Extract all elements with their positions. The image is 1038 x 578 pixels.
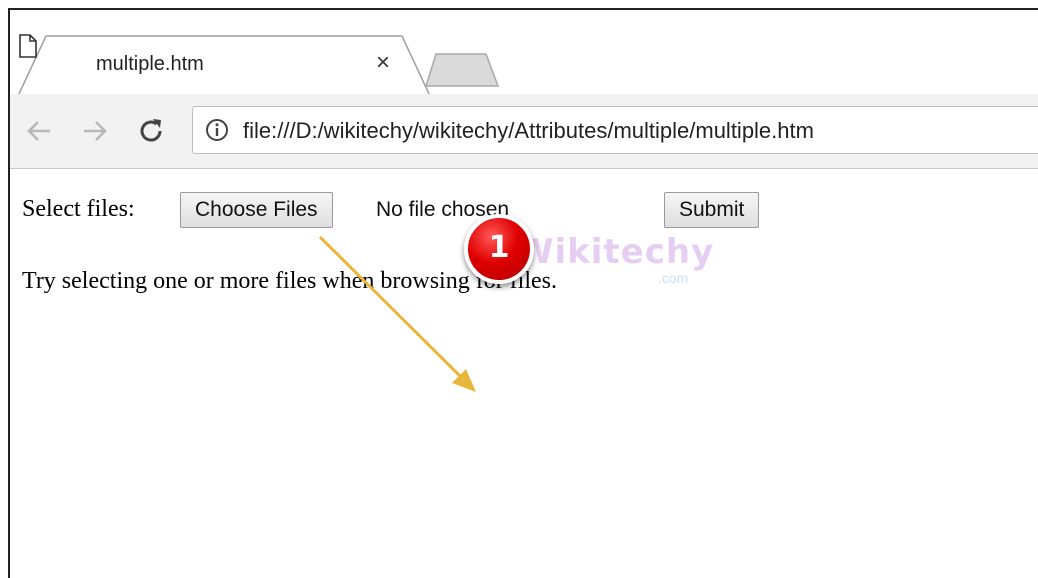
close-icon[interactable]: × [370, 50, 396, 76]
new-tab-button[interactable] [422, 50, 502, 90]
reload-icon [140, 119, 162, 142]
select-files-label: Select files: [22, 196, 135, 222]
tab-strip: multiple.htm × [10, 10, 1038, 96]
forward-button[interactable] [78, 114, 112, 148]
tab-multiple[interactable]: multiple.htm × [18, 34, 430, 96]
browser-window: multiple.htm × file:///D:/wikitechy/wiki… [8, 8, 1038, 578]
tab-title: multiple.htm [96, 53, 204, 75]
back-button[interactable] [22, 114, 56, 148]
submit-button[interactable]: Submit [664, 192, 760, 228]
watermark-logo: Wikitechy [516, 232, 715, 272]
address-bar[interactable]: file:///D:/wikitechy/wikitechy/Attribute… [192, 106, 1038, 154]
url-text[interactable]: file:///D:/wikitechy/wikitechy/Attribute… [243, 118, 814, 144]
reload-button[interactable] [134, 114, 168, 148]
annotation-badge-1: 1 [464, 214, 534, 284]
info-icon[interactable] [205, 118, 229, 142]
browser-toolbar: file:///D:/wikitechy/wikitechy/Attribute… [10, 94, 1038, 169]
page-icon [19, 34, 37, 58]
arrow-right-icon [84, 121, 107, 141]
arrow-left-icon [27, 121, 50, 141]
choose-files-button[interactable]: Choose Files [180, 192, 333, 228]
watermark-suffix: .com [658, 270, 689, 286]
